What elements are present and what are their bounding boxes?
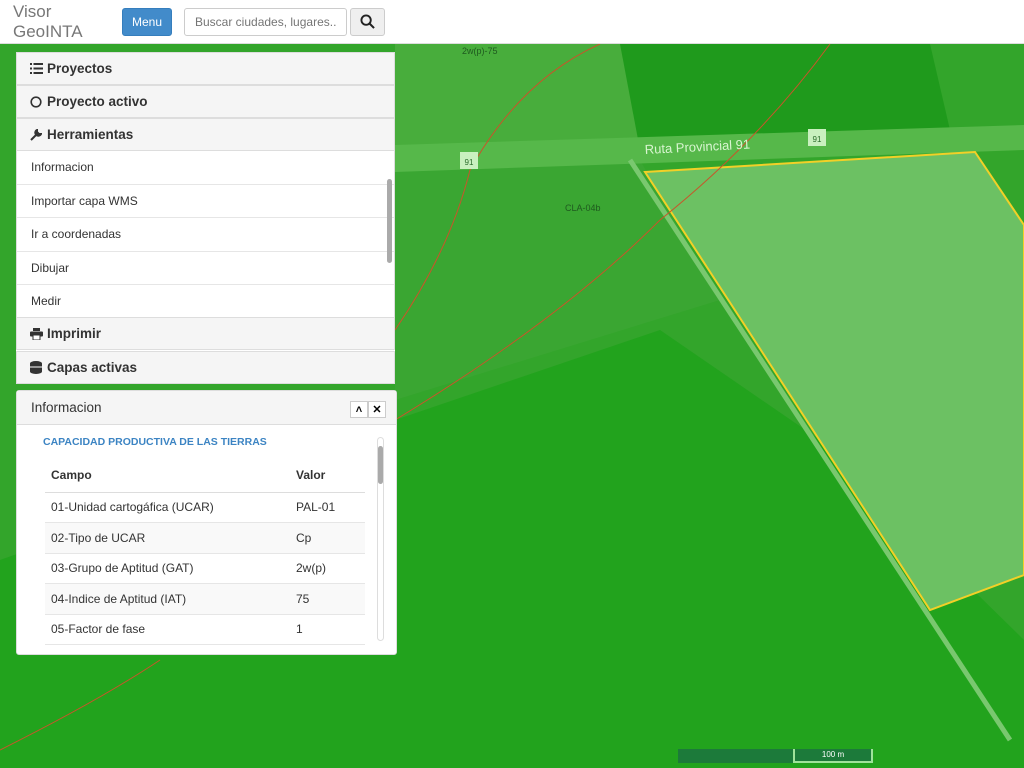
table-row: 04-Indice de Aptitud (IAT) 75	[45, 583, 365, 615]
accordion-label: Imprimir	[47, 326, 102, 341]
route-shield: 91	[460, 152, 478, 169]
print-icon	[30, 327, 45, 340]
table-row: 03-Grupo de Aptitud (GAT) 2w(p)	[45, 553, 365, 584]
cell: 03-Grupo de Aptitud (GAT)	[45, 553, 290, 584]
cell: 1	[290, 614, 365, 645]
soil-label: CLA-04b	[565, 203, 601, 213]
scale-bar: 100 m	[678, 749, 873, 763]
top-navbar: Visor GeoINTA Menu	[0, 0, 1024, 44]
search-input[interactable]	[184, 7, 347, 36]
svg-text:91: 91	[813, 135, 822, 144]
brand-title[interactable]: Visor GeoINTA	[13, 2, 122, 42]
cell: 02-Tipo de UCAR	[45, 522, 290, 554]
accordion-capas-activas[interactable]: Capas activas	[16, 351, 395, 384]
cell: 05-Factor de fase	[45, 614, 290, 645]
collapse-button[interactable]: ˄	[350, 401, 368, 418]
database-icon	[30, 361, 45, 374]
soil-label: 2w(p)-75	[462, 46, 498, 56]
attribute-table: Campo Valor 01-Unidad cartogáfica (UCAR) P…	[45, 459, 365, 645]
info-title: Informacion	[31, 400, 102, 415]
circle-icon	[30, 95, 45, 108]
close-icon: ✕	[372, 404, 382, 416]
table-row: 01-Unidad cartogáfica (UCAR) PAL-01	[45, 492, 365, 523]
layer-title: CAPACIDAD PRODUCTIVA DE LAS TIERRAS	[43, 436, 267, 448]
menu-button[interactable]: Menu	[122, 7, 172, 36]
accordion-label: Capas activas	[47, 360, 138, 375]
list-icon	[30, 63, 45, 74]
cell: 04-Indice de Aptitud (IAT)	[45, 583, 290, 615]
wrench-icon	[30, 128, 45, 141]
accordion-imprimir[interactable]: Imprimir	[16, 317, 395, 350]
tool-ir-a-coordenadas[interactable]: Ir a coordenadas	[17, 218, 394, 252]
accordion-proyecto-activo[interactable]: Proyecto activo	[16, 85, 395, 118]
chevron-up-icon: ˄	[355, 403, 363, 416]
info-scrollbar[interactable]	[377, 437, 384, 641]
tools-scrollbar[interactable]	[387, 179, 392, 263]
cell: 01-Unidad cartogáfica (UCAR)	[45, 492, 290, 523]
column-header: Valor	[290, 459, 365, 493]
sidebar-accordion: Proyectos Proyecto activo Herramientas I…	[16, 52, 395, 384]
close-button[interactable]: ✕	[368, 401, 386, 418]
table-row: 05-Factor de fase 1	[45, 614, 365, 645]
tool-importar-wms[interactable]: Importar capa WMS	[17, 185, 394, 218]
tool-dibujar[interactable]: Dibujar	[17, 252, 394, 285]
cell: PAL-01	[290, 492, 365, 523]
search-icon	[360, 14, 375, 29]
cell: 2w(p)	[290, 553, 365, 584]
table-row: 02-Tipo de UCAR Cp	[45, 522, 365, 554]
cell: Cp	[290, 522, 365, 554]
search-button[interactable]	[350, 7, 385, 36]
tools-list: Informacion Importar capa WMS Ir a coord…	[16, 151, 395, 317]
column-header: Campo	[45, 459, 290, 493]
accordion-herramientas[interactable]: Herramientas	[16, 118, 395, 151]
accordion-proyectos[interactable]: Proyectos	[16, 52, 395, 85]
tool-medir[interactable]: Medir	[17, 285, 394, 317]
accordion-label: Proyecto activo	[47, 94, 148, 109]
accordion-label: Herramientas	[47, 127, 134, 142]
svg-text:91: 91	[465, 158, 474, 167]
route-shield: 91	[808, 129, 826, 146]
accordion-label: Proyectos	[47, 61, 113, 76]
tool-informacion[interactable]: Informacion	[17, 151, 394, 185]
cell: 75	[290, 583, 365, 615]
info-panel: Informacion ˄ ✕ CAPACIDAD PRODUCTIVA DE …	[16, 390, 397, 655]
